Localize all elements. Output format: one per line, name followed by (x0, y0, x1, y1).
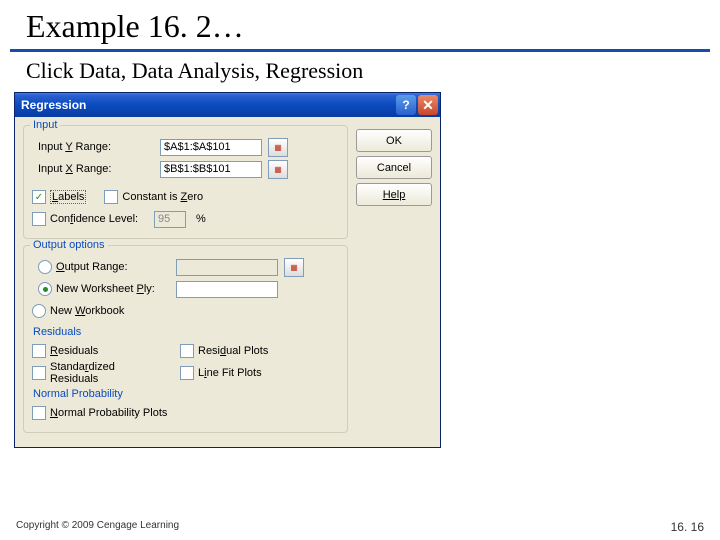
regression-dialog: Regression ? ✕ Input Input Y Range: ▦ In… (14, 92, 441, 448)
constant-zero-checkbox[interactable]: Constant is Zero (104, 190, 203, 204)
refedit-icon[interactable]: ▦ (284, 258, 304, 277)
new-worksheet-field[interactable] (176, 281, 278, 298)
page-number: 16. 16 (671, 520, 704, 534)
input-y-range-label: Input Y Range: (32, 141, 156, 153)
slide-title: Example 16. 2… (10, 0, 710, 52)
input-y-range-field[interactable] (160, 139, 262, 156)
help-icon[interactable]: ? (396, 95, 416, 115)
copyright-text: Copyright © 2009 Cengage Learning (16, 520, 179, 534)
left-column: Input Input Y Range: ▦ Input X Range: ▦ … (23, 125, 348, 439)
percent-label: % (196, 213, 206, 225)
output-group: Output options Output Range: ▦ New Works… (23, 245, 348, 433)
refedit-icon[interactable]: ▦ (268, 138, 288, 157)
input-x-range-field[interactable] (160, 161, 262, 178)
dialog-body: Input Input Y Range: ▦ Input X Range: ▦ … (15, 117, 440, 447)
right-column: OK Cancel Help (356, 125, 432, 439)
help-button[interactable]: Help (356, 183, 432, 206)
titlebar-text: Regression (21, 98, 394, 112)
close-icon[interactable]: ✕ (418, 95, 438, 115)
group-label-input: Input (30, 119, 60, 131)
standardized-residuals-checkbox[interactable]: Standardized Residuals (32, 361, 166, 385)
ok-button[interactable]: OK (356, 129, 432, 152)
residual-plots-checkbox[interactable]: Residual Plots (180, 344, 268, 358)
input-x-range-label: Input X Range: (32, 163, 156, 175)
line-fit-plots-checkbox[interactable]: Line Fit Plots (180, 366, 262, 380)
group-label-output: Output options (30, 239, 108, 251)
new-workbook-radio[interactable]: New Workbook (32, 304, 124, 318)
group-label-residuals: Residuals (30, 326, 339, 338)
input-group: Input Input Y Range: ▦ Input X Range: ▦ … (23, 125, 348, 239)
cancel-button[interactable]: Cancel (356, 156, 432, 179)
residuals-checkbox[interactable]: Residuals (32, 344, 166, 358)
new-worksheet-radio[interactable]: New Worksheet Ply: (32, 282, 172, 296)
labels-checkbox[interactable]: ✓Labels (32, 190, 86, 204)
output-range-field[interactable] (176, 259, 278, 276)
slide-footer: Copyright © 2009 Cengage Learning 16. 16 (0, 520, 720, 534)
output-range-radio[interactable]: Output Range: (32, 260, 172, 274)
refedit-icon[interactable]: ▦ (268, 160, 288, 179)
confidence-level-checkbox[interactable]: Confidence Level: (32, 212, 150, 226)
confidence-level-field[interactable] (154, 211, 186, 228)
instruction-text: Click Data, Data Analysis, Regression (0, 52, 720, 92)
normal-probability-checkbox[interactable]: Normal Probability Plots (32, 406, 167, 420)
group-label-normal: Normal Probability (30, 388, 339, 400)
titlebar: Regression ? ✕ (15, 93, 440, 117)
